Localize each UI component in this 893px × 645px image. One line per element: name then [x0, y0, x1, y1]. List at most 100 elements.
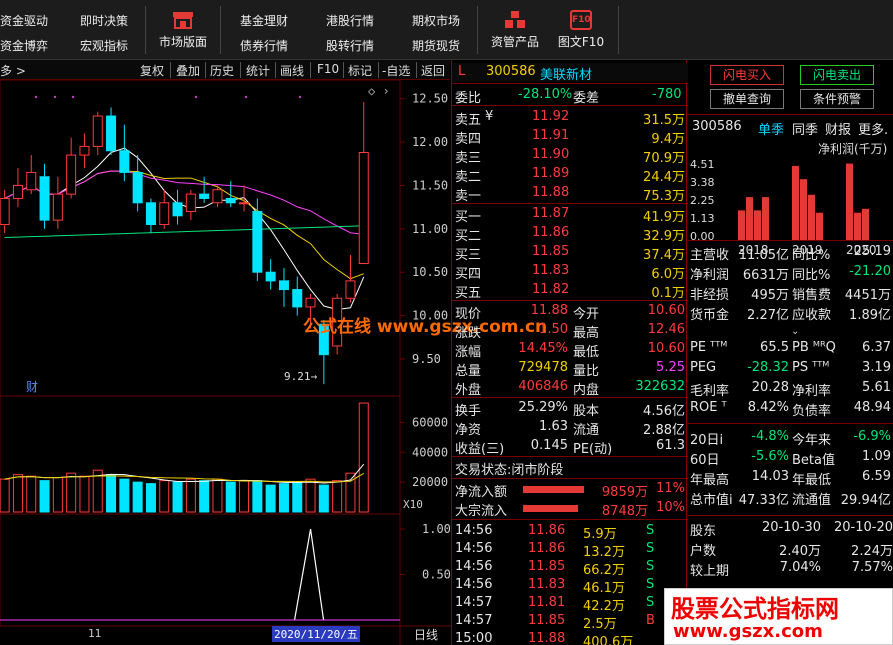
tick-row: 14:56 11.86 5.9万 S: [455, 523, 655, 542]
volume-bar: [252, 480, 263, 513]
menu-futures-spot[interactable]: 期货现货: [412, 37, 460, 54]
app-window: 资金驱动 资金博弈 即时决策 宏观指标 市场版面 基金理财 债券行情 港股行情 …: [0, 0, 893, 645]
menu-macro-indicators[interactable]: 宏观指标: [80, 37, 128, 54]
quote-stat-row: 净资 1.63 流通 2.88亿: [455, 419, 685, 438]
stock-name: 美联新材: [540, 68, 593, 83]
candle-body[interactable]: [265, 271, 276, 282]
flash-sell-button[interactable]: 闪电卖出: [800, 65, 874, 85]
candle-body[interactable]: [39, 176, 50, 221]
menu-instant-decision[interactable]: 即时决策: [80, 12, 128, 29]
candle-body[interactable]: [172, 202, 183, 217]
menu-f10-info[interactable]: F10 图文F10: [546, 10, 616, 50]
f10-button[interactable]: F10: [317, 62, 339, 76]
menu-asset-products[interactable]: 资管产品: [480, 10, 550, 50]
candle-body[interactable]: [132, 171, 143, 204]
price-axis-tick: 9.50: [412, 352, 441, 366]
flash-buy-button[interactable]: 闪电买入: [710, 65, 784, 85]
statistics-button[interactable]: 统计: [246, 62, 270, 79]
indicator-signal-line: [293, 528, 325, 621]
candle-body[interactable]: [278, 280, 289, 291]
expand-chevron-icon[interactable]: ⌄: [791, 326, 799, 337]
overlay-button[interactable]: 叠加: [176, 62, 200, 79]
candle-body[interactable]: [185, 193, 196, 212]
holder-row: 股东 20-10-30 20-10-20: [690, 520, 893, 539]
candle-body[interactable]: [212, 189, 223, 204]
candle-body[interactable]: [345, 280, 356, 299]
period-daily-label[interactable]: 日线: [414, 626, 438, 643]
volume-bar: [318, 484, 329, 513]
volume-bar: [0, 478, 10, 513]
fundamental-row: PE ᵀᵀᴹ 65.5 PB ᴹᴿQ 6.37: [690, 340, 891, 355]
candle-body[interactable]: [239, 202, 250, 205]
ask-level-4: 卖四 11.91 9.4万: [455, 128, 685, 147]
volume-bar: [106, 474, 117, 513]
volume-bar: [358, 402, 369, 513]
adjust-price-button[interactable]: 复权: [140, 62, 164, 79]
candle-body[interactable]: [199, 193, 210, 199]
candle-body[interactable]: [52, 193, 63, 221]
fundamental-row: 主营收 11.05亿 同比% 25.19: [690, 244, 891, 263]
fundamental-row: 毛利率 20.28 净利率 5.61: [690, 380, 891, 399]
candle-body[interactable]: [66, 154, 77, 195]
add-watchlist-button[interactable]: -自选: [382, 62, 410, 79]
volume-bar: [332, 480, 343, 513]
candle-body[interactable]: [119, 150, 130, 173]
mark-button[interactable]: 标记: [348, 62, 372, 79]
quote-stat-row: 涨幅 14.45% 最低 10.60: [455, 341, 685, 360]
candle-body[interactable]: [225, 197, 236, 204]
tab-code[interactable]: 300586: [692, 119, 742, 134]
candle-body[interactable]: [26, 171, 37, 191]
candle-body[interactable]: [159, 202, 170, 225]
date-cursor-label: 2020/11/20/五: [272, 626, 360, 642]
menu-bond-quotes[interactable]: 债券行情: [240, 37, 288, 54]
tick-row: 14:57 11.81 42.2万 S: [455, 595, 655, 614]
fundamental-row: ROE ᵀ 8.42% 负债率 48.94: [690, 400, 891, 419]
volume-axis-tick: 20000: [412, 475, 448, 489]
quote-stat-row: 收益(三) 0.145 PE(动) 61.3: [455, 438, 685, 457]
event-marker[interactable]: 财: [26, 378, 38, 395]
more-periods-button[interactable]: 多 >: [0, 62, 26, 79]
back-button[interactable]: 返回: [421, 62, 445, 79]
candle-body[interactable]: [12, 184, 23, 199]
menu-f10-info-label: 图文F10: [557, 35, 605, 49]
stock-header: L 300586 美联新材: [452, 63, 688, 83]
fundamental-row: 60日 -5.6% Beta值 1.09: [690, 449, 891, 468]
candle-body[interactable]: [145, 202, 156, 225]
candle-body[interactable]: [292, 289, 303, 308]
candle-body[interactable]: [0, 197, 10, 225]
menu-capital-game[interactable]: 资金博弈: [0, 37, 48, 54]
condition-alert-button[interactable]: 条件预警: [800, 89, 874, 109]
menu-options-market[interactable]: 期权市场: [412, 12, 460, 29]
ask-level-1: 卖一 11.88 75.3万: [455, 185, 685, 204]
menu-neeq-quotes[interactable]: 股转行情: [326, 37, 374, 54]
indicator-axis-tick: 1.00: [422, 522, 451, 536]
candle-body[interactable]: [252, 210, 263, 273]
draw-line-button[interactable]: 画线: [280, 62, 304, 79]
menu-fund-finance[interactable]: 基金理财: [240, 12, 288, 29]
kline-chart[interactable]: 12.5012.0011.5011.0010.5010.009.50600004…: [0, 80, 451, 645]
diamond-icon[interactable]: ◇ ›: [368, 84, 390, 98]
menu-market-layout[interactable]: 市场版面: [148, 10, 218, 50]
candle-body[interactable]: [305, 297, 316, 308]
fundamentals-panel: 闪电买入 闪电卖出 撤单查询 条件预警 300586 单季 同季 财报 更多. …: [688, 60, 893, 645]
fundamental-row: 年最高 14.03 年最低 6.59: [690, 469, 891, 488]
candle-body[interactable]: [92, 115, 103, 147]
profit-bar: [738, 210, 745, 240]
price-axis-tick: 10.50: [412, 265, 448, 279]
profit-axis-tick: 2.25: [690, 194, 715, 207]
bid-level-2: 买二 11.86 32.9万: [455, 225, 685, 244]
menu-capital-drive[interactable]: 资金驱动: [0, 12, 48, 29]
volume-bar: [278, 483, 289, 513]
profit-axis-tick: 3.38: [690, 176, 715, 189]
cancel-query-button[interactable]: 撤单查询: [710, 89, 784, 109]
volume-bar: [159, 480, 170, 513]
profit-axis-tick: 4.51: [690, 158, 715, 171]
volume-bar: [26, 475, 37, 513]
history-button[interactable]: 历史: [210, 62, 234, 79]
candle-body[interactable]: [79, 145, 90, 156]
candle-body[interactable]: [358, 151, 369, 265]
signal-dot: [53, 95, 57, 99]
menu-divider: [145, 6, 146, 54]
candle-body[interactable]: [106, 115, 117, 152]
menu-hk-quotes[interactable]: 港股行情: [326, 12, 374, 29]
